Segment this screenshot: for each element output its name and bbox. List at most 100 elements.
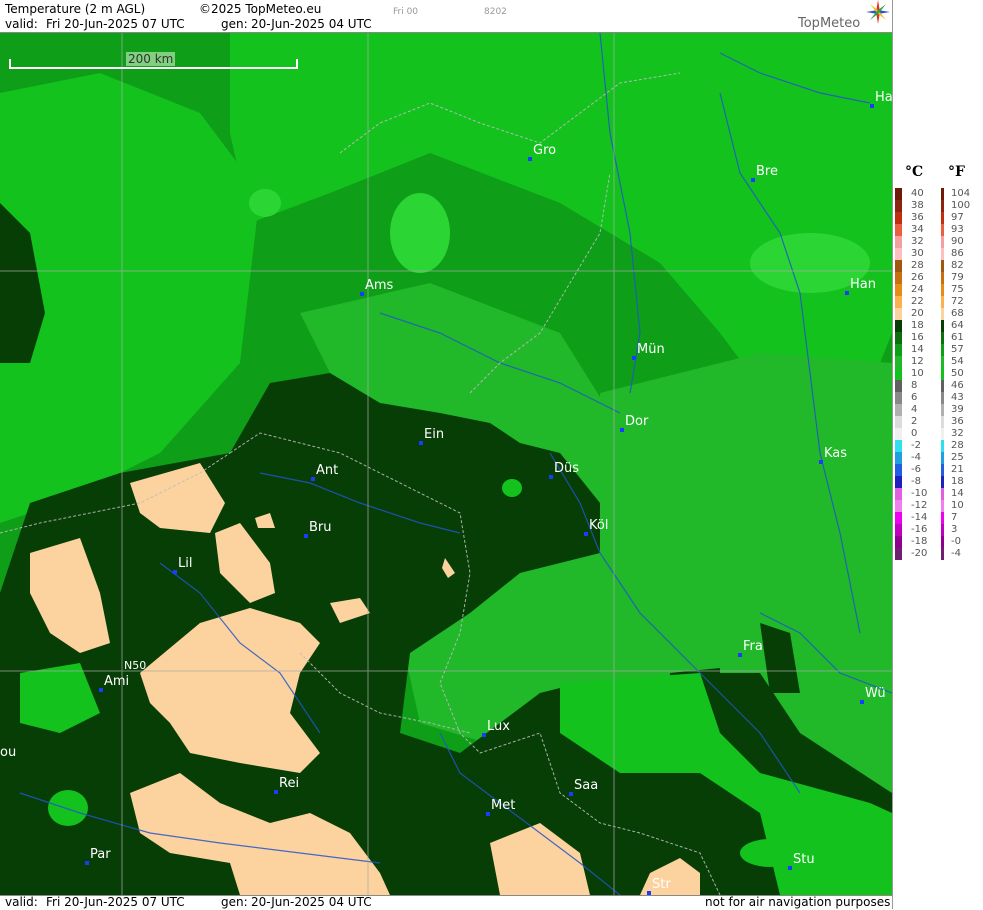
legend-swatch-celsius [895,464,902,476]
city-dot [311,477,315,481]
city-dot [304,534,308,538]
legend-tick-fahrenheit: 39 [951,404,964,415]
legend-swatch-celsius [895,260,902,272]
legend-swatch-fahrenheit [941,536,944,548]
legend-tick-fahrenheit: -0 [951,536,961,547]
city-label: Ha [875,90,892,105]
city-label: Kas [824,446,848,461]
valid-time: Fri 20-Jun-2025 07 UTC [46,17,185,31]
legend-swatch-celsius [895,500,902,512]
legend-tick-celsius: 26 [911,272,924,283]
legend-tick-fahrenheit: 68 [951,308,964,319]
legend-swatch-celsius [895,272,902,284]
legend-tick-fahrenheit: 46 [951,380,964,391]
legend-tick-fahrenheit: 61 [951,332,964,343]
legend-swatch-fahrenheit [941,404,944,416]
legend-swatch-celsius [895,392,902,404]
legend-tick-fahrenheit: 90 [951,236,964,247]
legend-tick-fahrenheit: 104 [951,188,971,199]
city-label: Lil [178,556,193,571]
city-label: Met [491,798,516,813]
city-dot [549,475,553,479]
city-label: Dor [625,414,649,429]
legend-swatch-celsius [895,548,902,560]
legend-tick-celsius: -18 [911,536,928,547]
footer-valid-label: valid: [5,895,38,909]
legend-swatch-fahrenheit [941,416,944,428]
legend-tick-fahrenheit: 93 [951,224,964,235]
legend-swatch-fahrenheit [941,212,944,224]
footer-gen-label: gen: [221,895,248,909]
legend-swatch-celsius [895,536,902,548]
legend-tick-celsius: 4 [911,404,918,415]
compass-logo-icon [866,0,890,24]
legend-swatch-celsius [895,524,902,536]
gen-label: gen: [221,17,248,31]
temperature-map[interactable]: 200 km N50 Ha Gro Bre Ams Han Mün Dor Ei… [0,33,892,895]
footer-bar: valid: Fri 20-Jun-2025 07 UTC gen: 20-Ju… [0,895,892,910]
city-dot [738,653,742,657]
legend-swatch-fahrenheit [941,296,944,308]
legend-tick-celsius: 40 [911,188,924,199]
legend-tick-celsius: 20 [911,308,924,319]
band-bright-spot-2 [390,193,450,273]
city-label: Han [850,277,876,292]
legend-tick-celsius: -4 [911,452,921,463]
city-dot [569,792,573,796]
city-dot [819,460,823,464]
city-dot [620,428,624,432]
legend-tick-celsius: 8 [911,380,918,391]
legend-tick-celsius: 2 [911,416,918,427]
legend-swatch-celsius [895,440,902,452]
temperature-field [0,33,892,895]
legend-tick-fahrenheit: 54 [951,356,964,367]
legend-swatch-celsius [895,416,902,428]
city-dot [419,441,423,445]
legend-swatch-fahrenheit [941,488,944,500]
city-dot [870,104,874,108]
city-label: Köl [589,518,609,533]
legend-swatch-fahrenheit [941,320,944,332]
legend-tick-celsius: 34 [911,224,924,235]
legend-tick-celsius: 18 [911,320,924,331]
legend-swatch-celsius [895,332,902,344]
legend-tick-fahrenheit: 32 [951,428,964,439]
band-green-patch-dus [502,479,522,497]
disclaimer-text: not for air navigation purposes [705,895,891,909]
legend-tick-fahrenheit: 100 [951,200,971,211]
city-label: Wü [865,686,886,701]
legend-swatch-fahrenheit [941,200,944,212]
header-small-time: Fri 00 [393,7,419,17]
legend-tick-celsius: 38 [911,200,924,211]
legend-tick-celsius: 6 [911,392,918,403]
legend-tick-celsius: 22 [911,296,924,307]
legend-swatch-celsius [895,224,902,236]
legend-tick-celsius: 32 [911,236,924,247]
city-dot [584,532,588,536]
legend-tick-fahrenheit: 75 [951,284,964,295]
legend-swatch-fahrenheit [941,332,944,344]
legend-swatch-fahrenheit [941,440,944,452]
legend-swatch-celsius [895,248,902,260]
legend-swatch-celsius [895,512,902,524]
legend-swatch-celsius [895,356,902,368]
legend-tick-celsius: -12 [911,500,928,511]
footer-gen-time: 20-Jun-2025 04 UTC [251,895,372,909]
legend-swatch-fahrenheit [941,272,944,284]
legend-tick-celsius: 0 [911,428,918,439]
legend-tick-celsius: -14 [911,512,928,523]
legend-swatch-celsius [895,428,902,440]
legend-swatch-fahrenheit [941,452,944,464]
city-dot [99,688,103,692]
city-label: Bre [756,164,778,179]
city-label: ou [0,745,17,760]
legend-tick-celsius: 30 [911,248,924,259]
band-green-patch-stu [740,839,800,867]
legend-swatch-celsius [895,188,902,200]
city-label: Fra [743,639,763,654]
city-label: Stu [793,852,815,867]
header-bar: Temperature (2 m AGL) ©2025 TopMeteo.eu … [0,0,892,33]
legend-tick-celsius: 16 [911,332,924,343]
city-label: Str [652,877,671,892]
legend-tick-celsius: 28 [911,260,924,271]
